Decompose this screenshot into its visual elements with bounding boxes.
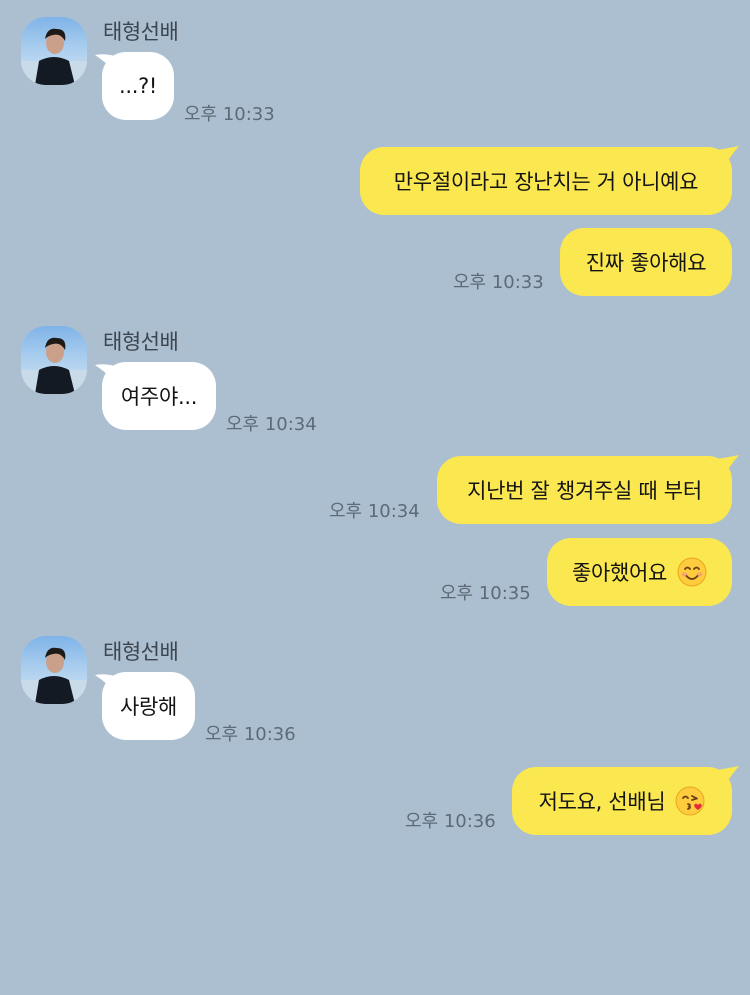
message-text: ...?!: [118, 74, 158, 98]
message-time: 오후 10:35: [440, 583, 531, 604]
message-time: 오후 10:33: [184, 104, 275, 125]
message-time: 오후 10:36: [405, 811, 496, 832]
message-bubble-incoming[interactable]: 사랑해: [102, 672, 195, 740]
message-time: 오후 10:36: [205, 724, 296, 745]
sender-avatar[interactable]: [21, 326, 87, 394]
message-bubble-outgoing[interactable]: 지난번 잘 챙겨주실 때 부터: [437, 456, 732, 524]
message-bubble-outgoing[interactable]: 좋아했어요: [547, 538, 732, 606]
message-text: 여주야...: [120, 385, 198, 409]
smiling-face-icon: [677, 557, 707, 587]
message-bubble-incoming[interactable]: 여주야...: [102, 362, 216, 430]
message-text: 사랑해: [119, 695, 178, 719]
kissing-face-icon: [675, 786, 705, 816]
sender-name: 태형선배: [103, 20, 179, 44]
sender-name: 태형선배: [103, 640, 179, 664]
message-bubble-incoming[interactable]: ...?!: [102, 52, 174, 120]
message-time: 오후 10:34: [329, 501, 420, 522]
message-text: 저도요, 선배님: [538, 790, 666, 814]
message-text: 좋아했어요: [571, 561, 668, 585]
sender-name: 태형선배: [103, 330, 179, 354]
message-time: 오후 10:34: [226, 414, 317, 435]
message-time: 오후 10:33: [453, 272, 544, 293]
sender-avatar[interactable]: [21, 636, 87, 704]
message-bubble-outgoing[interactable]: 만우절이라고 장난치는 거 아니예요: [360, 147, 732, 215]
message-text: 지난번 잘 챙겨주실 때 부터: [467, 479, 702, 503]
message-text: 만우절이라고 장난치는 거 아니예요: [393, 170, 699, 194]
message-bubble-outgoing[interactable]: 진짜 좋아해요: [560, 228, 732, 296]
message-bubble-outgoing[interactable]: 저도요, 선배님: [512, 767, 732, 835]
sender-avatar[interactable]: [21, 17, 87, 85]
message-text: 진짜 좋아해요: [585, 251, 707, 275]
